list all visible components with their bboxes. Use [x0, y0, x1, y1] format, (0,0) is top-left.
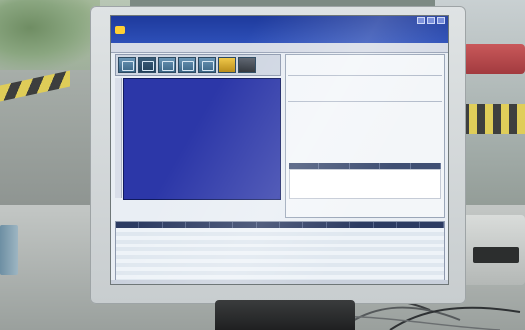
close-icon[interactable]	[437, 17, 445, 24]
dashboard-object	[0, 225, 18, 275]
minimize-icon[interactable]	[417, 17, 425, 24]
info-panel	[285, 54, 445, 218]
map-icon[interactable]	[138, 57, 156, 73]
user-icon[interactable]	[238, 57, 256, 73]
info-divider	[288, 75, 442, 76]
settings-icon[interactable]	[198, 57, 216, 73]
data-table	[115, 221, 445, 283]
background-trees	[0, 0, 100, 70]
window-controls	[417, 17, 445, 24]
table-rows	[116, 228, 444, 283]
alert-icon[interactable]	[218, 57, 236, 73]
statusbar	[111, 280, 448, 284]
side-rail	[115, 78, 122, 198]
monitor-stand	[215, 300, 355, 330]
info-divider	[288, 101, 442, 102]
app-logo-icon	[115, 26, 125, 34]
app-titlebar	[111, 16, 448, 43]
list-icon[interactable]	[178, 57, 196, 73]
toolbar	[115, 54, 281, 76]
background-red-vehicle	[463, 44, 525, 74]
video-panel[interactable]	[123, 78, 281, 200]
maximize-icon[interactable]	[427, 17, 435, 24]
bus-icon[interactable]	[118, 57, 136, 73]
menubar	[111, 43, 448, 53]
monitor-icon[interactable]	[158, 57, 176, 73]
info-grid-body[interactable]	[289, 169, 441, 199]
dashboard-device	[473, 247, 519, 263]
monitor-screen	[111, 16, 448, 284]
